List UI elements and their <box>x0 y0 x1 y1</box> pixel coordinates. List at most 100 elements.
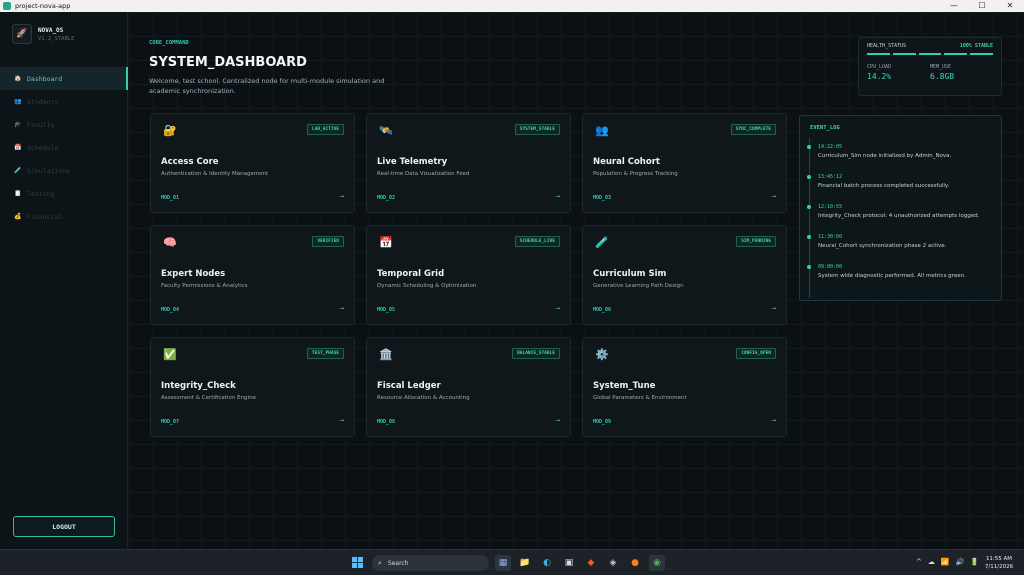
arrow-right-icon[interactable]: → <box>771 193 776 200</box>
close-button[interactable]: ✕ <box>996 0 1024 12</box>
timeline-dot <box>807 235 811 239</box>
arrow-right-icon[interactable]: → <box>555 193 560 200</box>
event-log-panel: EVENT_LOG 14:22:05 Curriculum_Sim node i… <box>799 115 1002 301</box>
event-time: 14:22:05 <box>818 144 843 150</box>
arrow-right-icon[interactable]: → <box>339 305 344 312</box>
volume-icon[interactable]: 🔊 <box>956 558 965 566</box>
widgets-icon[interactable]: ▦ <box>495 555 511 571</box>
sidebar-nav: 🏠 Dashboard 👥 Students 🎓 Faculty 📅 Schedule … <box>0 67 128 228</box>
windows-start-icon[interactable] <box>352 557 363 568</box>
card-description: Faculty Permissions & Analytics <box>161 283 248 289</box>
timeline-dot <box>807 205 811 209</box>
event-message: Neural_Cohort synchronization phase 2 ac… <box>818 243 947 249</box>
event-log-item: 14:22:05 Curriculum_Sim node initialized… <box>807 144 998 159</box>
sidebar-item-simulations[interactable]: 🧪 Simulations <box>0 159 128 182</box>
event-log-item: 13:45:12 Financial batch process complet… <box>807 174 998 189</box>
module-card-system-tune[interactable]: ⚙️ CONFIG_OPEN System_Tune Global Parame… <box>582 337 787 437</box>
test-tube-icon: 🧪 <box>595 236 609 249</box>
taskbar-search[interactable]: ⌕ Search <box>372 555 489 571</box>
users-icon: 👥 <box>595 124 609 137</box>
event-message: Integrity_Check protocol: 4 unauthorized… <box>818 213 980 219</box>
card-title: Integrity_Check <box>161 381 236 391</box>
brave-browser-icon[interactable]: ◆ <box>583 555 599 571</box>
window-controls: — ☐ ✕ <box>940 0 1024 12</box>
sidebar-item-financial[interactable]: 💰 Financial <box>0 205 128 228</box>
card-title: Fiscal Ledger <box>377 381 441 391</box>
card-description: Assessment & Certification Engine <box>161 395 256 401</box>
event-log-item: 11:30:00 Neural_Cohort synchronization p… <box>807 234 998 249</box>
module-id: MOD_07 <box>161 419 180 425</box>
module-id: MOD_02 <box>377 195 396 201</box>
card-title: Neural Cohort <box>593 157 660 167</box>
module-id: MOD_04 <box>161 307 180 313</box>
module-card-live-telemetry[interactable]: 🛰️ SYSTEM_STABLE Live Telemetry Real-tim… <box>366 113 571 213</box>
event-log-item: 09:00:00 System wide diagnostic performe… <box>807 264 998 279</box>
status-badge: SCHEDULE_LIVE <box>514 236 560 247</box>
wifi-icon[interactable]: 📶 <box>941 558 950 566</box>
module-card-integrity-check[interactable]: ✅ TEST_PHASE Integrity_Check Assessment … <box>150 337 355 437</box>
minimize-button[interactable]: — <box>940 0 968 12</box>
arrow-right-icon[interactable]: → <box>339 193 344 200</box>
file-explorer-icon[interactable]: 📁 <box>517 555 533 571</box>
edge-browser-icon[interactable]: ◐ <box>539 555 555 571</box>
clipboard-icon: 📋 <box>14 190 22 197</box>
sidebar-item-dashboard[interactable]: 🏠 Dashboard <box>0 67 128 90</box>
flask-icon: 🧪 <box>14 167 22 174</box>
timeline-dot <box>807 265 811 269</box>
chevron-up-icon[interactable]: ^ <box>916 558 922 566</box>
health-label: HEALTH_STATUS <box>867 43 907 49</box>
card-title: Curriculum Sim <box>593 269 667 279</box>
app-icon <box>3 2 11 10</box>
clock-date: 7/11/2026 <box>984 564 1014 570</box>
health-bar <box>867 53 993 55</box>
event-time: 09:00:00 <box>818 264 843 270</box>
event-message: System wide diagnostic performed. All me… <box>818 273 966 279</box>
card-title: Access Core <box>161 157 219 167</box>
breadcrumb: CORE_COMMAND <box>149 40 189 46</box>
cloud-icon[interactable]: ☁ <box>928 558 935 566</box>
sidebar-item-students[interactable]: 👥 Students <box>0 90 128 113</box>
maximize-button[interactable]: ☐ <box>968 0 996 12</box>
sidebar-item-label: Testing <box>27 189 55 198</box>
brand-name: NOVA_OS <box>38 26 64 34</box>
gear-icon: ⚙️ <box>595 348 609 361</box>
mem-metric: MEM_USE 6.8GB <box>930 64 993 81</box>
calendar-icon: 📅 <box>14 144 22 151</box>
module-id: MOD_03 <box>593 195 612 201</box>
window-titlebar: project-nova-app — ☐ ✕ <box>0 0 1024 12</box>
firefox-icon[interactable]: ● <box>627 555 643 571</box>
store-icon[interactable]: ▣ <box>561 555 577 571</box>
app-icon[interactable]: ◈ <box>605 555 621 571</box>
sidebar-item-faculty[interactable]: 🎓 Faculty <box>0 113 128 136</box>
clock-time: 11:55 AM <box>985 556 1013 562</box>
mem-label: MEM_USE <box>930 64 952 70</box>
module-card-temporal-grid[interactable]: 📅 SCHEDULE_LIVE Temporal Grid Dynamic Sc… <box>366 225 571 325</box>
health-status-panel: HEALTH_STATUS 100% STABLE CPU_LOAD 14.2%… <box>858 37 1002 96</box>
taskbar-clock[interactable]: 11:55 AM 7/11/2026 <box>978 555 1020 571</box>
module-card-access-core[interactable]: 🔐 LAB_ACTIVE Access Core Authentication … <box>150 113 355 213</box>
bank-icon: 🏛️ <box>379 348 393 361</box>
brand-version: V1.2_STABLE <box>38 35 75 42</box>
module-id: MOD_08 <box>377 419 396 425</box>
arrow-right-icon[interactable]: → <box>771 305 776 312</box>
sidebar-item-schedule[interactable]: 📅 Schedule <box>0 136 128 159</box>
logout-button[interactable]: LOGOUT <box>13 516 115 537</box>
arrow-right-icon[interactable]: → <box>339 417 344 424</box>
users-icon: 👥 <box>14 98 22 105</box>
module-card-fiscal-ledger[interactable]: 🏛️ BALANCE_STABLE Fiscal Ledger Resource… <box>366 337 571 437</box>
event-log-title: EVENT_LOG <box>810 125 840 131</box>
taskbar: ⌕ Search ▦ 📁 ◐ ▣ ◆ ◈ ● ◉ ^ ☁ 📶 🔊 🔋 11:55… <box>0 549 1024 575</box>
arrow-right-icon[interactable]: → <box>555 305 560 312</box>
module-card-neural-cohort[interactable]: 👥 SYNC_COMPLETE Neural Cohort Population… <box>582 113 787 213</box>
chrome-icon[interactable]: ◉ <box>649 555 665 571</box>
module-card-curriculum-sim[interactable]: 🧪 SIM_PENDING Curriculum Sim Generative … <box>582 225 787 325</box>
sidebar-item-label: Schedule <box>27 143 59 152</box>
sidebar: 🚀 NOVA_OS V1.2_STABLE 🏠 Dashboard 👥 Studen… <box>0 12 128 549</box>
module-card-expert-nodes[interactable]: 🧠 VERIFIED Expert Nodes Faculty Permissi… <box>150 225 355 325</box>
search-placeholder: Search <box>387 559 409 567</box>
card-title: Temporal Grid <box>377 269 445 279</box>
brand: 🚀 NOVA_OS V1.2_STABLE <box>12 24 74 44</box>
arrow-right-icon[interactable]: → <box>555 417 560 424</box>
sidebar-item-testing[interactable]: 📋 Testing <box>0 182 128 205</box>
arrow-right-icon[interactable]: → <box>771 417 776 424</box>
